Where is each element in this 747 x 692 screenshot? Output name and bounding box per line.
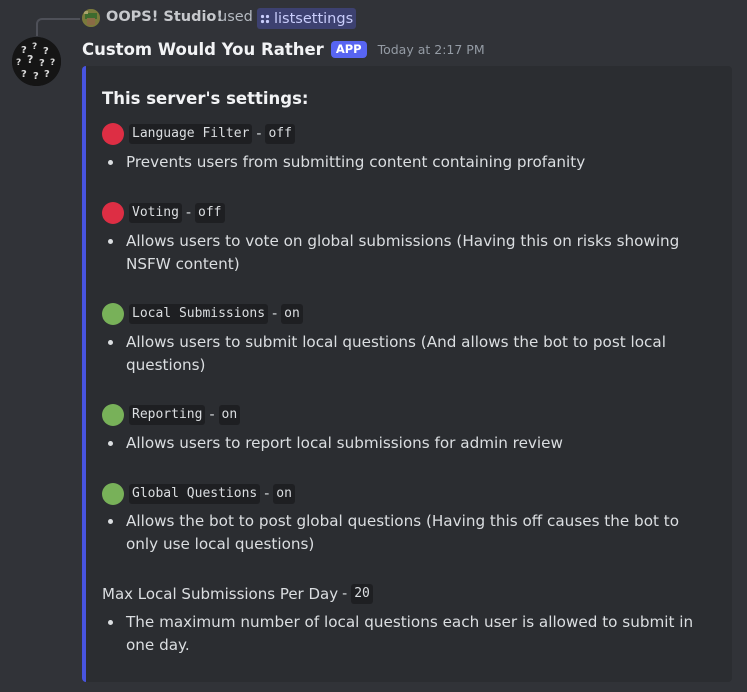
- embed-title: This server's settings:: [102, 89, 309, 108]
- setting-name: Local Submissions: [129, 304, 269, 324]
- command-name: listsettings: [274, 10, 354, 27]
- separator: -: [272, 306, 278, 322]
- setting-global-questions: Global Questions - on: [102, 482, 295, 506]
- svg-text:?: ?: [43, 46, 49, 57]
- author-avatar[interactable]: ? ? ? ? ? ? ? ? ? ?: [12, 37, 61, 86]
- reply-used-text: used: [218, 9, 253, 25]
- list-item: Allows the bot to post global questions …: [124, 510, 712, 555]
- svg-text:?: ?: [27, 53, 33, 66]
- svg-text:?: ?: [32, 42, 37, 52]
- list-item: Prevents users from submitting content c…: [124, 151, 712, 174]
- setting-name: Global Questions: [129, 484, 261, 504]
- reply-username[interactable]: OOPS! Studio!: [106, 9, 223, 25]
- setting-value: on: [273, 484, 295, 504]
- list-item: Allows users to submit local questions (…: [124, 331, 712, 376]
- green-circle-icon: [102, 483, 124, 505]
- green-circle-icon: [102, 303, 124, 325]
- setting-name: Reporting: [129, 405, 206, 425]
- author-name[interactable]: Custom Would You Rather: [82, 40, 324, 59]
- setting-name: Voting: [129, 203, 182, 223]
- green-circle-icon: [102, 404, 124, 426]
- list-item: The maximum number of local questions ea…: [124, 611, 712, 656]
- question-marks-avatar-icon: ? ? ? ? ? ? ? ? ? ?: [12, 37, 61, 86]
- setting-max-local-submissions: Max Local Submissions Per Day - 20: [102, 582, 373, 606]
- reply-connector-line: [36, 18, 80, 36]
- svg-text:?: ?: [50, 58, 55, 68]
- setting-language-filter: Language Filter - off: [102, 122, 295, 146]
- red-circle-icon: [102, 123, 124, 145]
- separator: -: [185, 205, 192, 221]
- setting-value: 20: [351, 584, 373, 604]
- red-circle-icon: [102, 202, 124, 224]
- separator: -: [264, 486, 270, 502]
- setting-value: on: [281, 304, 303, 324]
- setting-description: The maximum number of local questions ea…: [102, 611, 712, 656]
- user-avatar-icon: [82, 9, 100, 27]
- setting-value: off: [265, 124, 295, 144]
- svg-text:?: ?: [16, 58, 21, 68]
- setting-voting: Voting - off: [102, 201, 225, 225]
- setting-name: Max Local Submissions Per Day: [102, 585, 339, 603]
- setting-description: Prevents users from submitting content c…: [102, 151, 712, 174]
- message-timestamp[interactable]: Today at 2:17 PM: [378, 42, 485, 57]
- list-item: Allows users to report local submissions…: [124, 432, 712, 455]
- setting-description: Allows users to vote on global submissio…: [102, 230, 712, 275]
- separator: -: [209, 407, 215, 423]
- svg-text:?: ?: [33, 71, 39, 82]
- setting-description: Allows users to report local submissions…: [102, 432, 712, 455]
- separator: -: [342, 586, 348, 602]
- separator: -: [256, 126, 262, 142]
- svg-text:?: ?: [21, 69, 27, 80]
- reply-user-avatar[interactable]: [82, 9, 100, 27]
- settings-embed: This server's settings: Language Filter …: [82, 66, 732, 682]
- setting-value: off: [195, 203, 225, 223]
- setting-local-submissions: Local Submissions - on: [102, 302, 303, 326]
- message-header: Custom Would You Rather APP Today at 2:1…: [82, 37, 485, 61]
- svg-text:?: ?: [44, 69, 50, 80]
- svg-text:?: ?: [39, 58, 45, 69]
- setting-description: Allows the bot to post global questions …: [102, 510, 712, 555]
- app-badge: APP: [330, 40, 367, 58]
- setting-value: on: [218, 405, 241, 425]
- command-mention[interactable]: listsettings: [257, 8, 357, 29]
- setting-description: Allows users to submit local questions (…: [102, 331, 712, 376]
- list-item: Allows users to vote on global submissio…: [124, 230, 712, 275]
- setting-reporting: Reporting - on: [102, 403, 241, 427]
- setting-name: Language Filter: [129, 124, 253, 144]
- slash-command-icon: [260, 14, 270, 23]
